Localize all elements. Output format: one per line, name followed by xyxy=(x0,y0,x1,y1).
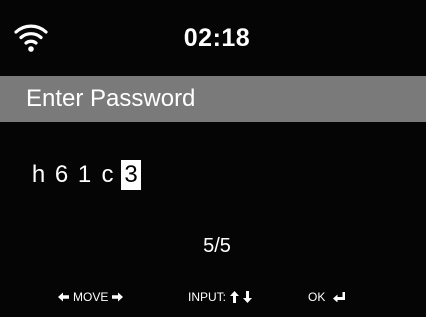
hint-bar: MOVE INPUT: OK xyxy=(0,287,426,309)
enter-icon xyxy=(333,292,346,302)
password-char: 6 xyxy=(54,161,69,188)
hint-ok: OK xyxy=(308,290,346,304)
arrow-up-icon xyxy=(230,291,240,303)
clock: 02:18 xyxy=(183,24,251,52)
hint-input: INPUT: xyxy=(188,290,253,304)
page-title: Enter Password xyxy=(26,85,196,112)
arrow-left-icon xyxy=(58,292,69,302)
radio-display-screen: 02:18 Enter Password h 6 1 c 3 5/5 MOVE … xyxy=(0,0,426,317)
hint-move: MOVE xyxy=(58,290,124,304)
hint-input-label: INPUT: xyxy=(188,290,227,304)
hint-move-label: MOVE xyxy=(73,290,109,304)
password-cursor-char[interactable]: 3 xyxy=(121,160,141,190)
password-char: h xyxy=(31,161,46,188)
password-input[interactable]: h 6 1 c 3 xyxy=(27,158,141,192)
hint-ok-label: OK xyxy=(308,290,326,304)
title-bar: Enter Password xyxy=(0,76,426,122)
password-char: 1 xyxy=(77,161,92,188)
arrow-right-icon xyxy=(112,292,124,302)
status-bar: 02:18 xyxy=(0,0,426,76)
arrow-down-icon xyxy=(243,291,253,303)
password-char: c xyxy=(101,161,114,188)
character-counter: 5/5 xyxy=(203,235,231,257)
